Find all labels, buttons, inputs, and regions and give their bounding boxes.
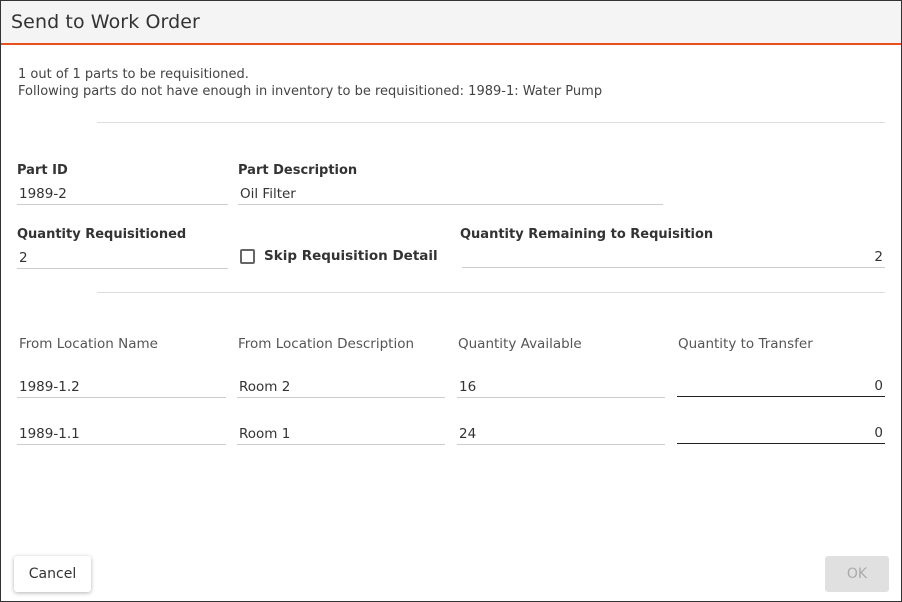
location-description-cell: Room 1	[237, 423, 445, 445]
insufficient-inventory-message: Following parts do not have enough in in…	[18, 84, 603, 99]
cancel-button[interactable]: Cancel	[14, 556, 91, 592]
location-name-cell: 1989-1.1	[17, 423, 226, 445]
column-header-location-description: From Location Description	[238, 336, 415, 352]
status-message: 1 out of 1 parts to be requisitioned.	[18, 67, 249, 82]
ok-button[interactable]: OK	[825, 556, 889, 592]
qty-remaining-field: 2	[462, 246, 885, 268]
quantity-to-transfer-input[interactable]: 0	[677, 422, 885, 444]
quantity-to-transfer-input[interactable]: 0	[677, 375, 885, 397]
part-description-field: Oil Filter	[238, 183, 663, 205]
location-name-cell: 1989-1.2	[17, 376, 226, 398]
skip-requisition-detail-checkbox[interactable]	[240, 249, 255, 264]
location-description-cell: Room 2	[237, 376, 445, 398]
dialog-title: Send to Work Order	[11, 11, 200, 33]
send-to-work-order-dialog: Send to Work Order 1 out of 1 parts to b…	[0, 0, 902, 602]
column-header-quantity-available: Quantity Available	[458, 336, 582, 352]
qty-requisitioned-field[interactable]: 2	[17, 247, 228, 269]
part-id-field: 1989-2	[17, 183, 228, 205]
column-header-location-name: From Location Name	[19, 336, 158, 352]
qty-requisitioned-label: Quantity Requisitioned	[17, 227, 187, 242]
part-description-label: Part Description	[238, 163, 358, 178]
column-header-quantity-to-transfer: Quantity to Transfer	[678, 336, 813, 352]
qty-remaining-label: Quantity Remaining to Requisition	[460, 227, 714, 242]
dialog-header: Send to Work Order	[1, 1, 901, 45]
quantity-available-cell: 16	[457, 376, 665, 398]
divider	[97, 122, 885, 123]
part-id-label: Part ID	[17, 163, 68, 178]
quantity-available-cell: 24	[457, 423, 665, 445]
divider	[97, 292, 885, 293]
skip-requisition-detail-label[interactable]: Skip Requisition Detail	[264, 248, 438, 264]
